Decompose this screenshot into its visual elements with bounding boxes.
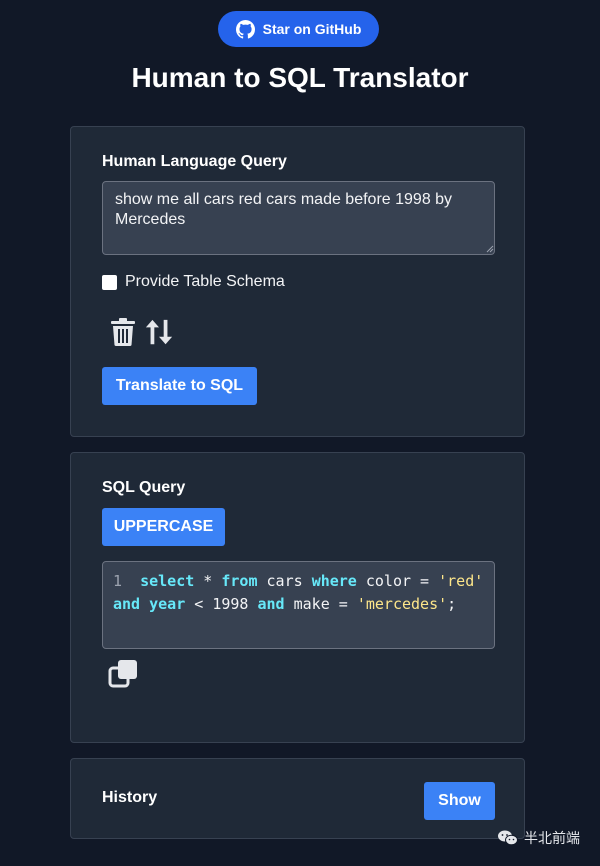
history-label: History [102, 789, 158, 806]
translate-to-sql-button[interactable]: Translate to SQL [102, 367, 257, 405]
sql-query-label: SQL Query [102, 479, 186, 496]
watermark: 半北前端 [498, 828, 580, 848]
human-query-label: Human Language Query [102, 153, 287, 170]
sql-token: cars [257, 572, 312, 590]
watermark-text: 半北前端 [524, 830, 580, 846]
page-title: Human to SQL Translator [131, 62, 469, 93]
sql-token: year [149, 595, 186, 613]
sql-code-block[interactable]: 1 select * from cars where color = 'red'… [102, 561, 495, 649]
star-on-github-button[interactable]: Star on GitHub [218, 11, 379, 47]
sql-token: 'red' [438, 572, 484, 590]
line-number: 1 [113, 572, 123, 590]
schema-checkbox[interactable] [102, 274, 117, 290]
clear-button[interactable] [108, 315, 138, 349]
sql-token: 'mercedes' [356, 595, 448, 613]
input-card: Human Language Query show me all cars re… [70, 126, 525, 437]
sql-token: and [113, 595, 141, 613]
sql-token: from [221, 572, 258, 590]
schema-checkbox-row[interactable]: Provide Table Schema [102, 273, 285, 291]
resize-grip-icon[interactable] [486, 245, 494, 253]
copy-button[interactable] [108, 658, 140, 690]
swap-icon [145, 319, 173, 345]
human-query-textarea[interactable]: show me all cars red cars made before 19… [102, 181, 495, 255]
copy-icon [108, 660, 137, 688]
github-button-label: Star on GitHub [262, 21, 362, 37]
trash-icon [111, 318, 135, 346]
wechat-icon [498, 830, 518, 846]
output-card: SQL Query UPPERCASE 1 select * from cars… [70, 452, 525, 743]
schema-checkbox-label: Provide Table Schema [125, 273, 285, 290]
sql-token: ; [447, 595, 457, 613]
uppercase-button[interactable]: UPPERCASE [102, 508, 225, 546]
github-icon [235, 19, 255, 39]
sql-token: color = [356, 572, 439, 590]
show-history-button[interactable]: Show [424, 782, 495, 820]
history-card: History Show [70, 758, 525, 839]
sql-token: select [140, 572, 195, 590]
sql-token: and [257, 595, 285, 613]
swap-button[interactable] [144, 315, 174, 349]
sql-token: < 1998 [185, 595, 258, 613]
sql-token: make = [284, 595, 357, 613]
sql-token: where [311, 572, 357, 590]
sql-token: * [194, 572, 222, 590]
